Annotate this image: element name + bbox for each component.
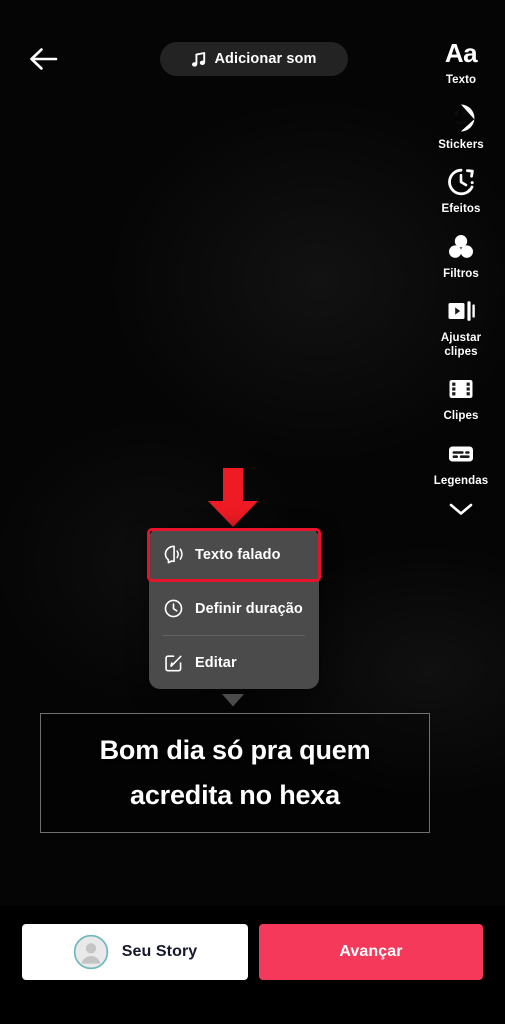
user-avatar-icon bbox=[73, 934, 109, 970]
tool-label-clipes: Clipes bbox=[443, 410, 479, 422]
chevron-down-icon bbox=[449, 503, 473, 515]
avancar-label: Avançar bbox=[339, 943, 403, 960]
seu-story-button[interactable]: Seu Story bbox=[22, 924, 248, 980]
tool-stickers[interactable]: Stickers bbox=[417, 101, 505, 153]
menu-item-definir-duracao[interactable]: Definir duração bbox=[149, 582, 319, 635]
editor-screen: Adicionar som Aa Texto Stickers Efeitos … bbox=[0, 0, 505, 1024]
tool-label-legendas: Legendas bbox=[433, 474, 489, 487]
speech-head-icon bbox=[164, 545, 183, 564]
menu-pointer-tail bbox=[222, 694, 244, 707]
clock-icon bbox=[164, 599, 183, 618]
tool-label-ajustar-clipes: Ajustar clipes bbox=[440, 332, 482, 358]
menu-item-editar[interactable]: Editar bbox=[149, 636, 319, 689]
tool-label-filtros: Filtros bbox=[443, 267, 479, 280]
clip-context-menu: Texto falado Definir duração Editar bbox=[149, 528, 319, 689]
film-strip-icon bbox=[449, 380, 473, 398]
sticker-face-icon bbox=[454, 104, 475, 132]
tool-legendas[interactable]: Legendas bbox=[417, 437, 505, 489]
menu-item-texto-falado[interactable]: Texto falado bbox=[149, 528, 319, 581]
bottom-action-bar: Seu Story Avançar bbox=[0, 906, 505, 1024]
add-sound-button[interactable]: Adicionar som bbox=[160, 42, 348, 76]
avancar-button[interactable]: Avançar bbox=[259, 924, 483, 980]
tool-texto[interactable]: Aa Texto bbox=[417, 36, 505, 88]
menu-label-definir-duracao: Definir duração bbox=[195, 600, 303, 617]
adjust-clips-icon bbox=[448, 301, 475, 321]
effects-timer-icon bbox=[448, 168, 474, 196]
edit-pencil-icon bbox=[165, 655, 182, 672]
add-sound-label: Adicionar som bbox=[214, 51, 317, 67]
tool-clipes[interactable]: Clipes bbox=[417, 372, 505, 424]
caption-line-1: Bom dia só pra quem bbox=[99, 735, 371, 765]
menu-label-texto-falado: Texto falado bbox=[195, 546, 281, 563]
tool-filtros[interactable]: Filtros bbox=[417, 230, 505, 282]
menu-label-editar: Editar bbox=[195, 654, 237, 671]
tool-label-efeitos: Efeitos bbox=[441, 203, 481, 215]
caption-line-2: acredita no hexa bbox=[130, 780, 340, 810]
tool-ajustar-clipes[interactable]: Ajustar clipes bbox=[417, 294, 505, 359]
tool-label-texto: Texto bbox=[445, 74, 477, 86]
captions-icon bbox=[449, 446, 473, 461]
toolbar-collapse-button[interactable] bbox=[417, 501, 505, 517]
text-aa-icon: Aa bbox=[444, 38, 478, 68]
filters-circles-icon bbox=[449, 234, 473, 258]
down-arrow-annotation bbox=[205, 468, 261, 528]
right-toolbar: Aa Texto Stickers Efeitos Filtros Ajusta… bbox=[417, 36, 505, 517]
caption-text-box[interactable]: Bom dia só pra quem acredita no hexa bbox=[40, 713, 430, 833]
tool-efeitos[interactable]: Efeitos bbox=[417, 165, 505, 217]
seu-story-label: Seu Story bbox=[121, 943, 198, 960]
back-button[interactable] bbox=[22, 38, 64, 80]
tool-label-stickers: Stickers bbox=[438, 138, 484, 151]
arrow-left-icon bbox=[30, 48, 58, 70]
music-note-icon bbox=[192, 51, 206, 67]
